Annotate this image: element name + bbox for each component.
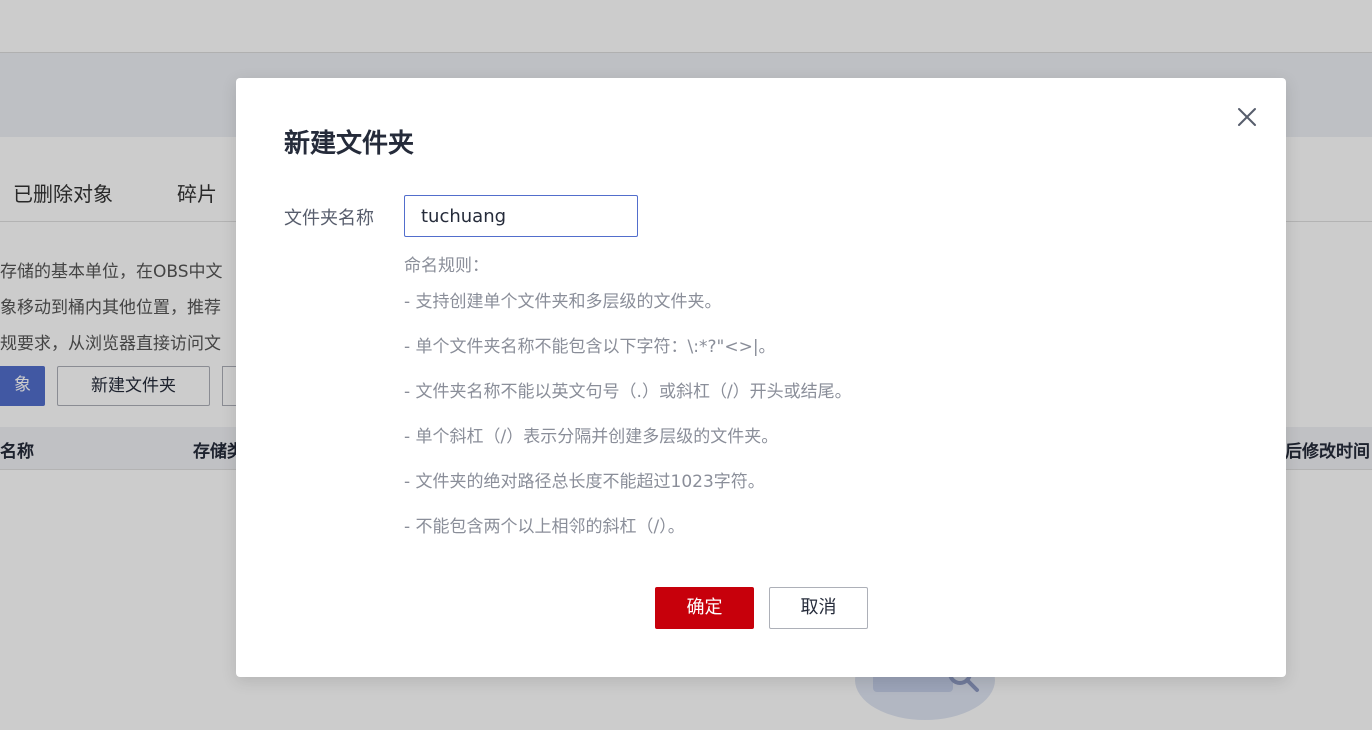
folder-name-label: 文件夹名称 bbox=[284, 208, 374, 229]
naming-rule: - 文件夹名称不能以英文句号（.）或斜杠（/）开头或结尾。 bbox=[404, 382, 852, 402]
naming-rule: - 单个斜杠（/）表示分隔并创建多层级的文件夹。 bbox=[404, 427, 779, 447]
naming-rule: - 单个文件夹名称不能包含以下字符：\:*?"<>|。 bbox=[404, 337, 776, 357]
confirm-button[interactable]: 确定 bbox=[655, 587, 754, 629]
dialog-title: 新建文件夹 bbox=[284, 129, 415, 159]
naming-rule: - 不能包含两个以上相邻的斜杠（/）。 bbox=[404, 517, 685, 537]
cancel-button[interactable]: 取消 bbox=[769, 587, 868, 629]
folder-name-input[interactable] bbox=[404, 195, 638, 237]
naming-rules-title: 命名规则： bbox=[404, 256, 489, 276]
page: 已删除对象 碎片 存储的基本单位，在OBS中文 象移动到桶内其他位置，推荐 规要… bbox=[0, 0, 1372, 730]
close-icon[interactable] bbox=[1236, 106, 1258, 128]
naming-rule: - 文件夹的绝对路径总长度不能超过1023字符。 bbox=[404, 472, 765, 492]
naming-rule: - 支持创建单个文件夹和多层级的文件夹。 bbox=[404, 292, 722, 312]
new-folder-dialog: 新建文件夹 文件夹名称 命名规则： - 支持创建单个文件夹和多层级的文件夹。 -… bbox=[236, 78, 1286, 677]
